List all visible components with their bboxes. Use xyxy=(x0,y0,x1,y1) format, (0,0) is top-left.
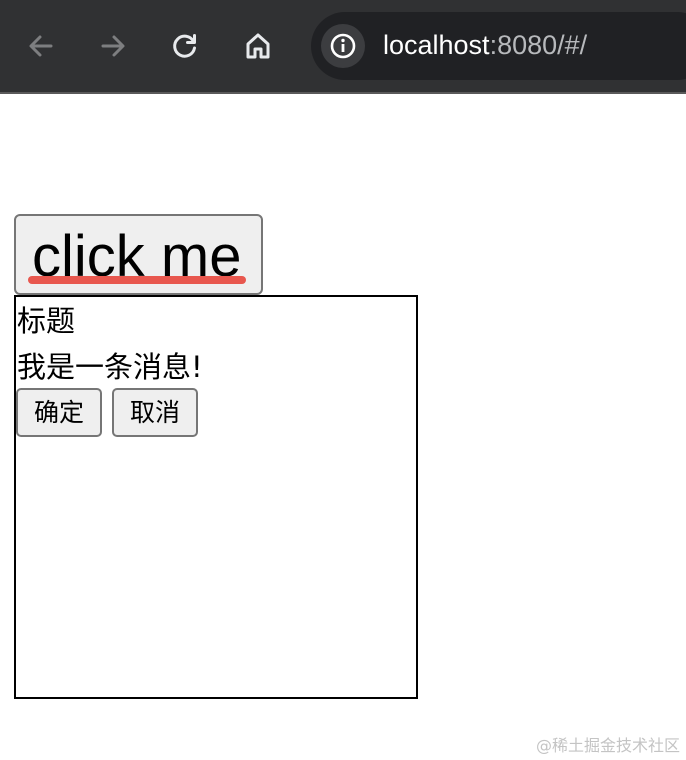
back-arrow-icon xyxy=(29,35,53,57)
forward-button[interactable] xyxy=(91,24,135,68)
forward-arrow-icon xyxy=(101,35,125,57)
cancel-button[interactable]: 取消 xyxy=(112,388,198,437)
click-me-button[interactable]: click me xyxy=(14,214,263,295)
dialog-message: 我是一条消息! xyxy=(17,350,203,384)
reload-icon xyxy=(173,34,196,58)
message-dialog: 标题 我是一条消息! 确定 取消 xyxy=(14,295,418,699)
url-text: localhost:8080/#/ xyxy=(383,28,587,62)
url-host: localhost xyxy=(383,30,490,60)
confirm-button[interactable]: 确定 xyxy=(16,388,102,437)
site-info-button[interactable] xyxy=(321,24,365,68)
info-icon xyxy=(330,33,356,59)
browser-toolbar: localhost:8080/#/ xyxy=(0,0,686,94)
spellcheck-underline xyxy=(28,276,246,284)
dialog-title: 标题 xyxy=(17,304,76,338)
watermark: @稀土掘金技术社区 xyxy=(535,736,680,755)
reload-button[interactable] xyxy=(163,24,207,68)
home-icon xyxy=(246,33,270,59)
url-path: :8080/#/ xyxy=(489,30,588,60)
address-bar[interactable]: localhost:8080/#/ xyxy=(311,12,686,80)
home-button[interactable] xyxy=(236,24,280,68)
back-button[interactable] xyxy=(19,24,63,68)
